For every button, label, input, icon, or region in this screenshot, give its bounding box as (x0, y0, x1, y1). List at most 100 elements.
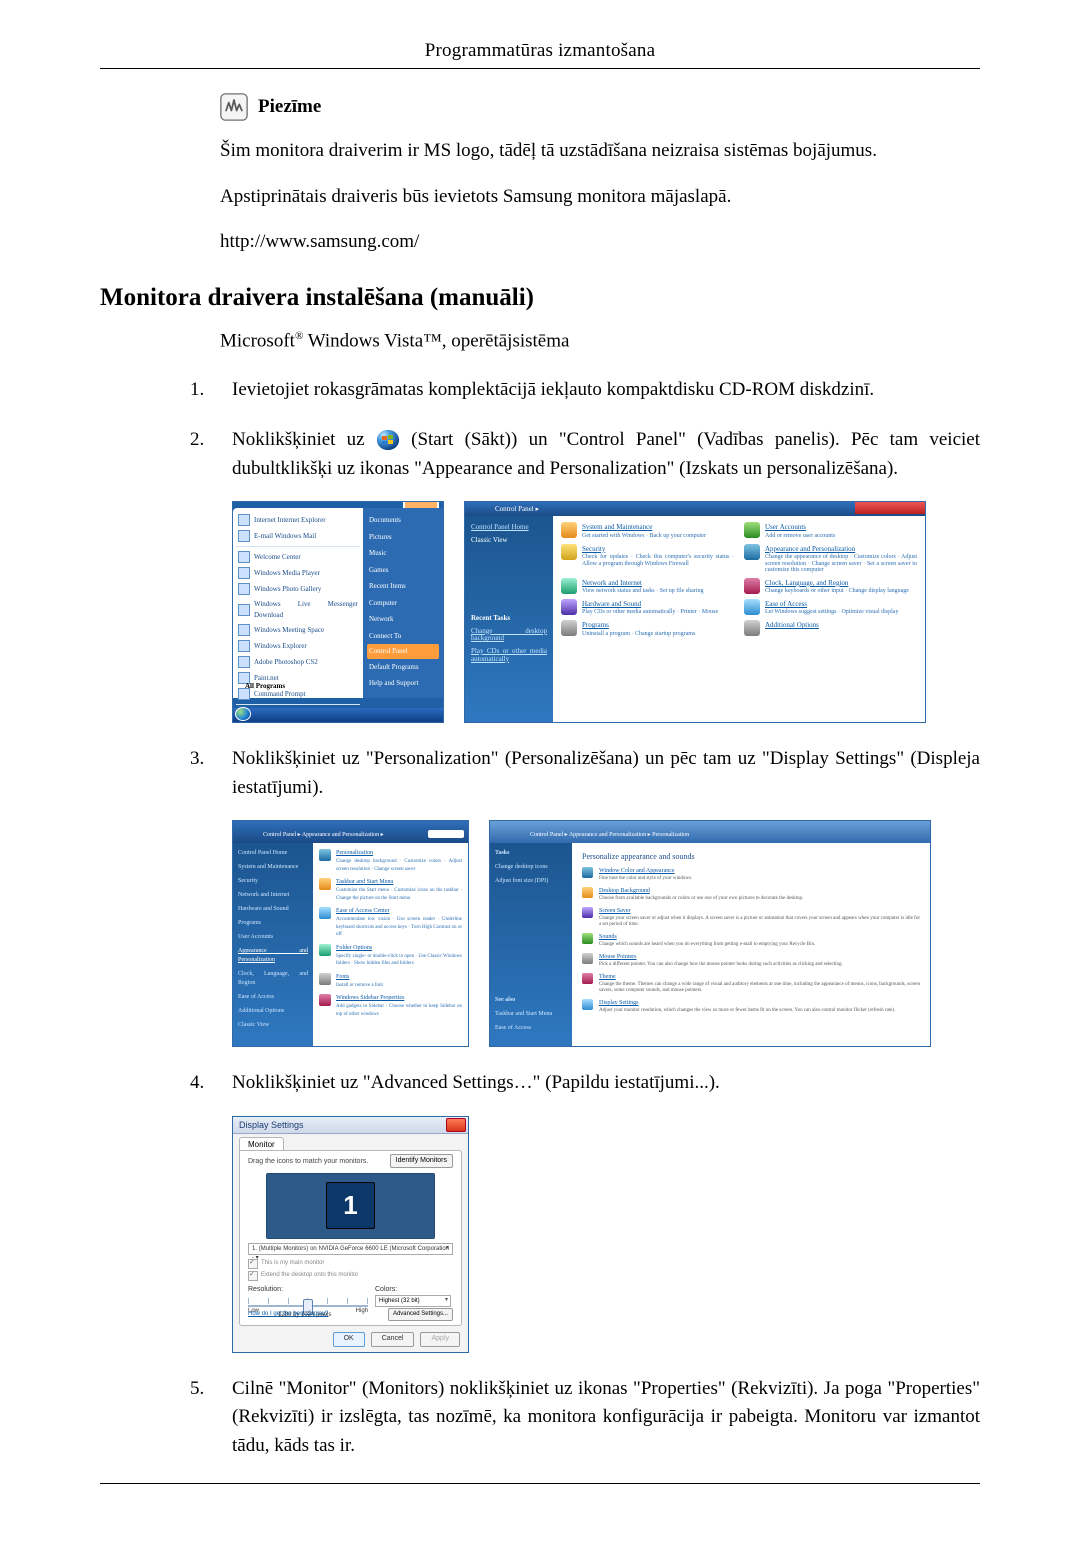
cp-category[interactable]: SecurityCheck for updates · Check this c… (561, 544, 734, 574)
window-buttons[interactable] (855, 502, 925, 514)
start-right-item[interactable]: Network (367, 611, 439, 628)
start-item[interactable]: E-mail Windows Mail (236, 528, 360, 544)
sidebar-item[interactable]: Adjust font size (DPI) (495, 877, 567, 886)
sidebar-item[interactable]: System and Maintenance (238, 863, 308, 872)
cp-category[interactable]: User AccountsAdd or remove user accounts (744, 522, 917, 539)
start-right-item[interactable]: Music (367, 545, 439, 562)
start-item[interactable]: Windows Media Player (236, 565, 360, 581)
start-right-item[interactable]: Pictures (367, 529, 439, 546)
start-right-item[interactable]: Connect To (367, 628, 439, 645)
start-right-item[interactable]: Recent Items (367, 578, 439, 595)
pers-link[interactable]: Desktop BackgroundChoose from available … (582, 887, 920, 902)
cp-link[interactable]: FontsInstall or remove a font (319, 973, 462, 990)
checkbox-main-monitor[interactable]: This is my main monitor (248, 1259, 324, 1269)
step-number: 1. (190, 376, 204, 405)
breadcrumb[interactable]: Control Panel ▸ Appearance and Personali… (263, 831, 384, 840)
pers-link[interactable]: ThemeChange the theme. Themes can change… (582, 973, 920, 994)
start-item[interactable]: Windows Meeting Space (236, 622, 360, 638)
cp-category[interactable]: Clock, Language, and RegionChange keyboa… (744, 578, 917, 595)
start-right-item-control-panel[interactable]: Control Panel (367, 644, 439, 659)
sidebar-item[interactable]: Programs (238, 919, 308, 928)
start-item[interactable]: Adobe Photoshop CS2 (236, 654, 360, 670)
sidebar-item[interactable]: Taskbar and Start Menu (495, 1010, 567, 1019)
sidebar-item[interactable]: Change desktop icons (495, 863, 567, 872)
search-input[interactable] (428, 830, 464, 838)
sidebar-item[interactable]: User Accounts (238, 933, 308, 942)
pers-link[interactable]: Screen SaverChange your screen saver or … (582, 907, 920, 928)
start-item[interactable]: Internet Internet Explorer (236, 512, 360, 528)
start-item[interactable]: Windows Explorer (236, 638, 360, 654)
sidebar-item[interactable]: Control Panel Home (238, 849, 308, 858)
apply-button[interactable]: Apply (420, 1332, 460, 1347)
identify-monitors-button[interactable]: Identify Monitors (390, 1154, 453, 1169)
advanced-settings-button[interactable]: Advanced Settings... (388, 1308, 453, 1321)
sidebar-item[interactable]: Classic View (238, 1021, 308, 1030)
sidebar-item-active[interactable]: Appearance and Personalization (238, 947, 308, 965)
cp-category[interactable]: Ease of AccessLet Windows suggest settin… (744, 599, 917, 616)
cp-category[interactable]: ProgramsUninstall a program · Change sta… (561, 620, 734, 637)
panel-body: Personalize appearance and sounds Window… (572, 843, 930, 1046)
note-body: Šim monitora draiverim ir MS logo, tādēļ… (220, 137, 980, 256)
step-4-text: Noklikšķiniet uz "Advanced Settings…" (P… (232, 1072, 720, 1093)
breadcrumb[interactable]: Control Panel ▸ (495, 504, 539, 515)
screenshot-appearance-panel: Control Panel ▸ Appearance and Personali… (232, 820, 469, 1047)
note-url: http://www.samsung.com/ (220, 228, 980, 256)
sidebar-item[interactable]: Network and Internet (238, 891, 308, 900)
sidebar-item[interactable]: Ease of Access (238, 993, 308, 1002)
sidebar-item[interactable]: Ease of Access (495, 1024, 567, 1033)
monitor-selector[interactable]: 1. (Multiple Monitors) on NVIDIA GeForce… (248, 1243, 453, 1255)
cp-link[interactable]: Folder OptionsSpecify single- or double-… (319, 944, 462, 968)
all-programs[interactable]: All Programs (241, 678, 289, 695)
cp-category[interactable]: Hardware and SoundPlay CDs or other medi… (561, 599, 734, 616)
cp-link[interactable]: Windows Sidebar PropertiesAdd gadgets to… (319, 994, 462, 1018)
sidebar-recent-link[interactable]: Play CDs or other media automatically (471, 648, 547, 663)
sidebar-recent-link[interactable]: Change desktop background (471, 628, 547, 643)
os-post: Windows Vista™, operētājsistēma (303, 330, 569, 351)
breadcrumb[interactable]: Control Panel ▸ Appearance and Personali… (530, 831, 689, 840)
start-right-item[interactable]: Default Programs (367, 659, 439, 676)
ok-button[interactable]: OK (333, 1332, 365, 1347)
screenshots-step4: Display Settings Monitor Drag the icons … (232, 1116, 980, 1353)
cancel-button[interactable]: Cancel (371, 1332, 415, 1347)
cp-category[interactable]: Additional Options (744, 620, 917, 637)
sidebar-item[interactable]: Additional Options (238, 1007, 308, 1016)
document-page: Programmatūras izmantošana Piezīme Šim m… (0, 0, 1080, 1542)
close-icon[interactable] (446, 1118, 466, 1132)
help-link[interactable]: How do I get the best display? (248, 1310, 328, 1319)
start-right-item[interactable]: Help and Support (367, 675, 439, 692)
start-right-item[interactable]: Games (367, 562, 439, 579)
cp-link[interactable]: Taskbar and Start MenuCustomize the Star… (319, 878, 462, 902)
start-item[interactable]: Welcome Center (236, 549, 360, 565)
monitor-preview[interactable]: 1 (266, 1173, 435, 1239)
dialog-buttons: OK Cancel Apply (333, 1332, 460, 1347)
sidebar-item[interactable]: Security (238, 877, 308, 886)
personalization-link[interactable]: PersonalizationChange desktop background… (319, 849, 462, 873)
sidebar-item[interactable]: Clock, Language, and Region (238, 970, 308, 988)
cp-category[interactable]: Network and InternetView network status … (561, 578, 734, 595)
colors-label: Colors: (375, 1285, 397, 1296)
pers-link[interactable]: Window Color and AppearanceFine tune the… (582, 867, 920, 882)
note-line-2: Apstiprinātais draiveris būs ievietots S… (220, 183, 980, 211)
sidebar-item[interactable]: Control Panel Home (471, 524, 547, 532)
sidebar-item[interactable]: Classic View (471, 537, 547, 545)
cp-category-appearance[interactable]: Appearance and PersonalizationChange the… (744, 544, 917, 574)
running-head: Programmatūras izmantošana (100, 40, 980, 62)
cp-link[interactable]: Ease of Access CenterAccommodate low vis… (319, 907, 462, 939)
category-icon (561, 578, 577, 594)
screenshot-personalization: Control Panel ▸ Appearance and Personali… (489, 820, 931, 1047)
start-right-item[interactable]: Computer (367, 595, 439, 612)
taskbar (233, 708, 443, 722)
display-settings-link[interactable]: Display SettingsAdjust your monitor reso… (582, 999, 920, 1014)
start-right-item[interactable]: Documents (367, 512, 439, 529)
start-item[interactable]: Windows Live Messenger Download (236, 597, 360, 622)
colors-selector[interactable]: Highest (32 bit) (375, 1295, 451, 1307)
pers-link[interactable]: SoundsChange which sounds are heard when… (582, 933, 920, 948)
sidebar-item[interactable]: Hardware and Sound (238, 905, 308, 914)
cp-category[interactable]: System and MaintenanceGet started with W… (561, 522, 734, 539)
start-item[interactable]: Windows Photo Gallery (236, 581, 360, 597)
checkbox-extend-desktop[interactable]: Extend the desktop onto this monitor (248, 1271, 358, 1281)
screenshots-step3: Control Panel ▸ Appearance and Personali… (232, 820, 980, 1047)
category-icon (561, 522, 577, 538)
screenshot-control-panel-home: Control Panel ▸ Control Panel Home Class… (464, 501, 926, 723)
pers-link[interactable]: Mouse PointersPick a different pointer. … (582, 953, 920, 968)
